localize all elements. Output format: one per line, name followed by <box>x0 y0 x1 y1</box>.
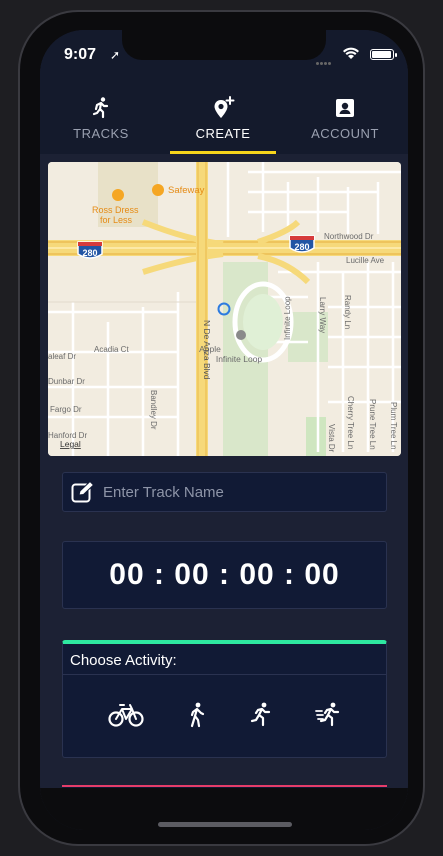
track-name-input[interactable] <box>103 473 373 511</box>
phone-frame: 9:07 ➚ TRACKS CREATE ACCOUNT 280 280 Saf… <box>18 10 425 846</box>
map-label-acadia: Acadia Ct <box>94 345 129 354</box>
run-icon <box>250 702 271 727</box>
timer-display: 00 : 00 : 00 : 00 <box>62 541 387 609</box>
hw280-left-label: 280 <box>82 248 97 258</box>
safeway-pin-icon[interactable] <box>152 184 164 196</box>
walk-button[interactable] <box>177 697 217 733</box>
map-label-prune: Prune Tree Ln <box>368 399 377 450</box>
tab-account[interactable]: ACCOUNT <box>284 78 406 154</box>
tab-account-label: ACCOUNT <box>311 126 379 141</box>
battery-icon <box>370 49 397 60</box>
sprint-icon <box>315 702 340 727</box>
map-legal-link[interactable]: Legal <box>60 439 81 449</box>
sprint-button[interactable] <box>308 697 348 733</box>
notch <box>122 30 326 60</box>
account-card-icon <box>336 99 354 117</box>
map-label-leaf: aleaf Dr <box>48 352 76 361</box>
map-view[interactable]: 280 280 Safeway Ross Dress for Less Nort… <box>48 162 401 456</box>
map-label-northwood: Northwood Dr <box>324 232 374 241</box>
status-time: 9:07 <box>64 46 97 63</box>
screen: 9:07 ➚ TRACKS CREATE ACCOUNT 280 280 Saf… <box>40 30 408 830</box>
tab-bar: TRACKS CREATE ACCOUNT <box>40 78 408 154</box>
map-label-infiniteloop: Infinite Loop <box>283 296 292 340</box>
map-label-larry: Larry Way <box>318 297 327 333</box>
map-label-safeway: Safeway <box>168 185 205 196</box>
map-label-infinite: Infinite Loop <box>216 354 263 364</box>
tab-create[interactable]: CREATE <box>162 78 284 154</box>
map-label-ross: Ross Dress <box>92 205 139 215</box>
walk-icon <box>190 702 205 728</box>
ross-pin-icon[interactable] <box>112 189 124 201</box>
map-label-ross2: for Less <box>100 215 133 225</box>
map-label-dunbar: Dunbar Dr <box>48 377 85 386</box>
edit-icon <box>71 481 95 503</box>
map-pin-plus-icon <box>214 96 235 118</box>
wifi-icon <box>343 47 359 59</box>
map-label-bandley: Bandley Dr <box>149 390 158 430</box>
map-label-fargo: Fargo Dr <box>50 405 82 414</box>
bike-button[interactable] <box>106 697 146 733</box>
run-button[interactable] <box>241 697 281 733</box>
hw280-shield-right: 280 <box>289 235 315 253</box>
activity-panel: Choose Activity: <box>62 640 387 758</box>
runner-icon <box>92 97 109 119</box>
activity-options <box>63 675 386 755</box>
map-label-plum: Plum Tree Ln <box>389 402 398 450</box>
bike-icon <box>108 704 144 727</box>
home-indicator[interactable] <box>158 822 292 827</box>
tab-create-label: CREATE <box>195 126 251 141</box>
hw280-right-label: 280 <box>294 242 309 252</box>
location-arrow-icon: ➚ <box>110 48 121 62</box>
map-label-vista: Vista Dr <box>327 424 336 453</box>
map-label-cherry: Cherry Tree Ln <box>346 396 355 449</box>
tab-tracks-label: TRACKS <box>73 126 129 141</box>
hw280-shield-left: 280 <box>77 241 103 259</box>
apple-pin-icon[interactable] <box>236 330 246 340</box>
map-label-deanza: N De Anza Blvd <box>202 320 212 380</box>
track-name-field[interactable] <box>62 472 387 512</box>
activity-title: Choose Activity: <box>63 644 386 675</box>
tab-tracks[interactable]: TRACKS <box>40 78 162 154</box>
map-label-lucille: Lucille Ave <box>346 256 385 265</box>
map-label-randy: Randy Ln <box>343 295 352 329</box>
